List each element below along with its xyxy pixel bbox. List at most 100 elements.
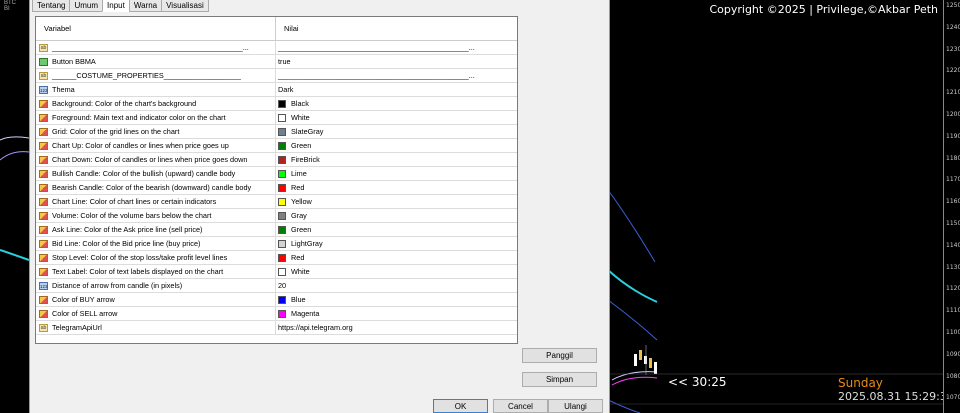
color-swatch[interactable] (278, 197, 286, 206)
input-row[interactable]: Bid Line: Color of the Bid price line (b… (36, 237, 517, 251)
input-value[interactable]: https://api.telegram.org (278, 323, 353, 332)
input-row[interactable]: Color of BUY arrow Blue (36, 293, 517, 307)
input-row[interactable]: Foreground: Main text and indicator colo… (36, 111, 517, 125)
color-swatch[interactable] (278, 99, 286, 108)
input-value[interactable]: Gray (291, 211, 307, 220)
input-value[interactable]: true (278, 57, 291, 66)
input-row[interactable]: Stop Level: Color of the stop loss/take … (36, 251, 517, 265)
color-swatch[interactable] (278, 155, 286, 164)
input-value-cell[interactable]: Gray (276, 209, 517, 222)
input-row[interactable]: ab TelegramApiUrl https://api.telegram.org (36, 321, 517, 335)
reset-button[interactable]: Ulangi (548, 399, 603, 413)
input-variable-cell: Bid Line: Color of the Bid price line (b… (36, 237, 276, 250)
tab-warna[interactable]: Warna (128, 0, 163, 12)
input-value-cell[interactable]: FireBrick (276, 153, 517, 166)
input-value[interactable]: LightGray (291, 239, 323, 248)
load-button[interactable]: Panggil (522, 348, 597, 363)
input-value-cell[interactable]: White (276, 265, 517, 278)
input-value[interactable]: White (291, 267, 310, 276)
input-row[interactable]: Text Label: Color of text labels display… (36, 265, 517, 279)
input-value[interactable]: ________________________________________… (278, 43, 475, 52)
input-value-cell[interactable]: Green (276, 223, 517, 236)
input-row[interactable]: ab ______________________________________… (36, 41, 517, 55)
input-row[interactable]: Button BBMA true (36, 55, 517, 69)
input-row[interactable]: Bullish Candle: Color of the bullish (up… (36, 167, 517, 181)
input-value[interactable]: Blue (291, 295, 306, 304)
input-value[interactable]: Dark (278, 85, 293, 94)
input-value[interactable]: Lime (291, 169, 307, 178)
save-button[interactable]: Simpan (522, 372, 597, 387)
input-value-cell[interactable]: true (276, 55, 517, 68)
input-row[interactable]: Volume: Color of the volume bars below t… (36, 209, 517, 223)
input-row[interactable]: Background: Color of the chart's backgro… (36, 97, 517, 111)
cancel-button[interactable]: Cancel (493, 399, 548, 413)
color-swatch[interactable] (278, 113, 286, 122)
color-swatch[interactable] (278, 253, 286, 262)
color-swatch[interactable] (278, 169, 286, 178)
input-value-cell[interactable]: Black (276, 97, 517, 110)
input-row[interactable]: Chart Line: Color of chart lines or cert… (36, 195, 517, 209)
color-swatch[interactable] (278, 127, 286, 136)
color-swatch[interactable] (278, 239, 286, 248)
input-value[interactable]: FireBrick (291, 155, 320, 164)
color-swatch[interactable] (278, 225, 286, 234)
input-row[interactable]: Ask Line: Color of the Ask price line (s… (36, 223, 517, 237)
input-value-cell[interactable]: Green (276, 139, 517, 152)
input-row[interactable]: 123 Distance of arrow from candle (in pix… (36, 279, 517, 293)
input-value[interactable]: Red (291, 253, 304, 262)
ok-button[interactable]: OK (433, 399, 488, 413)
input-value[interactable]: Yellow (291, 197, 312, 206)
input-row[interactable]: Color of SELL arrow Magenta (36, 307, 517, 321)
input-row[interactable]: Bearish Candle: Color of the bearish (do… (36, 181, 517, 195)
input-value-cell[interactable]: Blue (276, 293, 517, 306)
input-value[interactable]: Red (291, 183, 304, 192)
color-type-icon (39, 127, 48, 136)
input-value-cell[interactable]: Lime (276, 167, 517, 180)
input-value[interactable]: ________________________________________… (278, 71, 475, 80)
input-row[interactable]: Chart Down: Color of candles or lines wh… (36, 153, 517, 167)
inputs-grid: Variabel Nilai ab _______________________… (35, 16, 518, 344)
input-value[interactable]: 20 (278, 281, 286, 290)
input-value[interactable]: Magenta (291, 309, 319, 318)
input-value-cell[interactable]: https://api.telegram.org (276, 321, 517, 334)
color-swatch[interactable] (278, 183, 286, 192)
input-value-cell[interactable]: Yellow (276, 195, 517, 208)
input-value-cell[interactable]: 20 (276, 279, 517, 292)
color-type-icon (39, 239, 48, 248)
input-value[interactable]: Black (291, 99, 309, 108)
input-row[interactable]: Grid: Color of the grid lines on the cha… (36, 125, 517, 139)
input-value-cell[interactable]: Magenta (276, 307, 517, 320)
tab-umum[interactable]: Umum (69, 0, 104, 12)
color-swatch[interactable] (278, 211, 286, 220)
input-value-cell[interactable]: Red (276, 251, 517, 264)
input-value-cell[interactable]: White (276, 111, 517, 124)
input-variable-cell: Button BBMA (36, 55, 276, 68)
input-value[interactable]: White (291, 113, 310, 122)
input-variable-cell: Ask Line: Color of the Ask price line (s… (36, 223, 276, 236)
input-variable-cell: ab ______COSTUME_PROPERTIES______________… (36, 69, 276, 82)
input-value-cell[interactable]: ________________________________________… (276, 69, 517, 82)
input-variable-cell: Grid: Color of the grid lines on the cha… (36, 125, 276, 138)
price-tick-label: 1230 (946, 45, 960, 53)
color-swatch[interactable] (278, 295, 286, 304)
input-value-cell[interactable]: ________________________________________… (276, 41, 517, 54)
input-row[interactable]: ab ______COSTUME_PROPERTIES______________… (36, 69, 517, 83)
input-value[interactable]: SlateGray (291, 127, 323, 136)
tab-visualisasi[interactable]: Visualisasi (161, 0, 209, 12)
ab-type-icon: ab (39, 71, 48, 80)
input-value[interactable]: Green (291, 225, 311, 234)
color-swatch[interactable] (278, 141, 286, 150)
candle-countdown: << 30:25 (668, 375, 727, 389)
input-value-cell[interactable]: LightGray (276, 237, 517, 250)
input-row[interactable]: 123 Thema Dark (36, 83, 517, 97)
price-axis[interactable]: 1250 1240 1230 1220 1210 1200 1190 1180 1170 1160… (943, 0, 960, 413)
input-value-cell[interactable]: Dark (276, 83, 517, 96)
tab-input[interactable]: Input (102, 0, 130, 12)
tab-tentang[interactable]: Tentang (32, 0, 71, 12)
color-swatch[interactable] (278, 309, 286, 318)
input-row[interactable]: Chart Up: Color of candles or lines when… (36, 139, 517, 153)
input-value[interactable]: Green (291, 141, 311, 150)
input-value-cell[interactable]: SlateGray (276, 125, 517, 138)
input-value-cell[interactable]: Red (276, 181, 517, 194)
color-swatch[interactable] (278, 267, 286, 276)
